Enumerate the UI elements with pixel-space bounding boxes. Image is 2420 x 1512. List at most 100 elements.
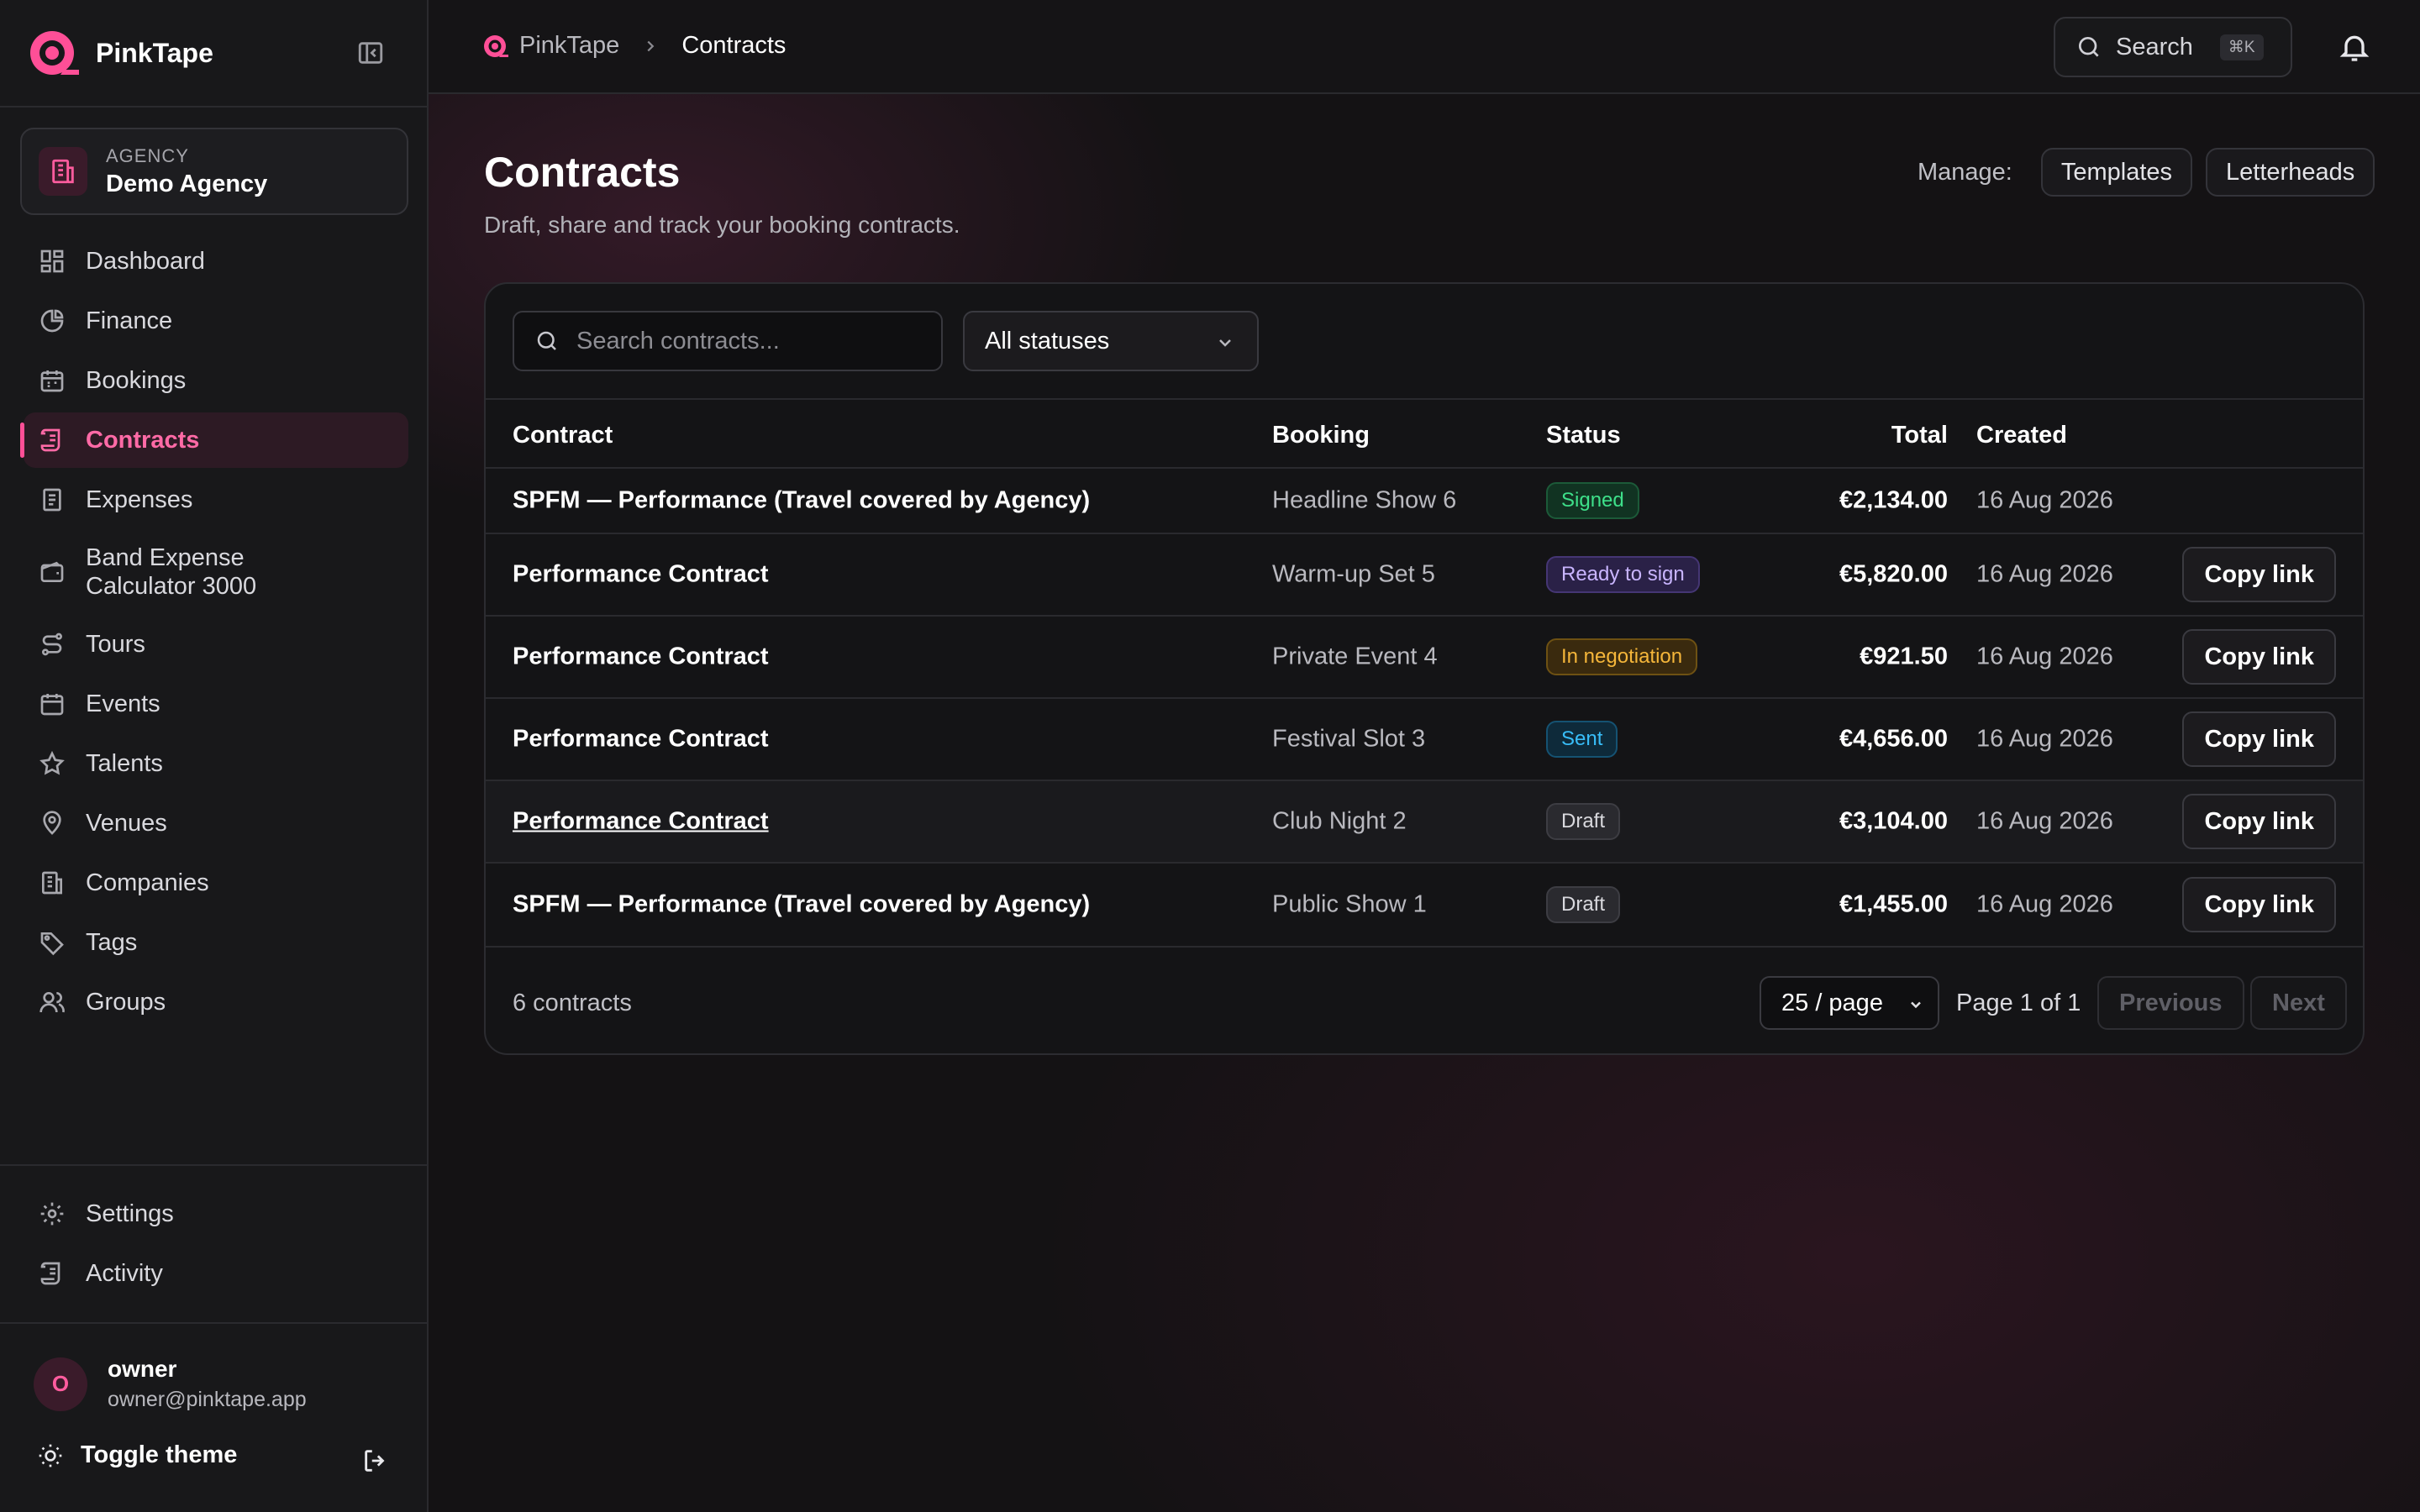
contract-name-link[interactable]: Performance Contract [513,643,769,671]
status-badge-cell: Signed [1546,482,1639,519]
toggle-theme-button[interactable]: Toggle theme [37,1441,237,1469]
contract-total: €1,455.00 [1839,890,1948,918]
manage-label: Manage: [1918,158,2012,186]
agency-name: Demo Agency [106,170,268,197]
sidebar-item-label: Talents [86,749,163,777]
page-info: Page 1 of 1 [1956,990,2081,1016]
table-row[interactable]: SPFM — Performance (Travel covered by Ag… [486,469,2363,534]
brand-name: PinkTape [96,37,213,68]
contract-count: 6 contracts [513,990,632,1016]
column-header-created: Created [1976,422,2067,449]
sidebar-item-events[interactable]: Events [24,676,408,732]
sidebar-item-contracts[interactable]: Contracts [20,412,408,468]
copy-link-button[interactable]: Copy link [2182,629,2336,685]
booking-name: Headline Show 6 [1272,486,1457,514]
sidebar-item-label: Activity [86,1259,163,1287]
pinktape-logo-icon [484,34,508,57]
brand[interactable]: PinkTape [0,0,427,108]
scroll-icon [40,428,60,452]
sidebar-item-settings[interactable]: Settings [24,1186,408,1242]
column-header-booking: Booking [1272,422,1370,449]
sidebar-divider [0,1164,427,1166]
sidebar-item-band-expense-calculator[interactable]: Band Expense Calculator 3000 [24,532,408,612]
search-shortcut-badge: ⌘K [2219,34,2264,60]
column-header-total: Total [1891,422,1948,449]
contract-name-link[interactable]: SPFM — Performance (Travel covered by Ag… [513,891,1090,919]
sidebar-item-companies[interactable]: Companies [24,855,408,911]
sidebar-item-label: Venues [86,809,167,837]
sidebar-item-venues[interactable]: Venues [24,795,408,851]
contract-name-link[interactable]: Performance Contract [513,726,769,753]
sun-icon [39,1444,62,1467]
wallet-icon [40,561,64,582]
contract-name-link[interactable]: SPFM — Performance (Travel covered by Ag… [513,487,1090,515]
contract-search-input[interactable] [576,327,929,355]
contract-name-link[interactable]: Performance Contract [513,808,769,836]
chevron-right-icon [647,40,655,51]
sidebar-item-activity[interactable]: Activity [24,1246,408,1301]
sidebar-item-bookings[interactable]: Bookings [24,353,408,408]
copy-link-button[interactable]: Copy link [2182,711,2336,767]
table-header: Contract Booking Status Total Created [486,400,2363,469]
table-row[interactable]: Performance Contract Warm-up Set 5 Ready… [486,534,2363,617]
per-page-select[interactable]: 25 / page [1760,976,1939,1030]
sidebar-item-tags[interactable]: Tags [24,915,408,970]
contract-name-link[interactable]: Performance Contract [513,561,769,589]
agency-switcher[interactable]: AGENCY Demo Agency [20,128,408,215]
logout-icon[interactable] [361,1446,390,1475]
manage-links: Manage: Templates Letterheads [1918,148,2375,197]
contract-total: €2,134.00 [1839,486,1948,514]
sidebar-item-label: Expenses [86,486,193,513]
receipt-icon [43,488,61,512]
next-page-button[interactable]: Next [2250,976,2347,1030]
sidebar-item-label: Tours [86,630,145,658]
booking-name: Private Event 4 [1272,643,1438,670]
created-date: 16 Aug 2026 [1976,643,2113,670]
user-profile[interactable]: O owner owner@pinktape.app [34,1356,307,1412]
copy-link-button[interactable]: Copy link [2182,547,2336,602]
building-icon [39,147,87,196]
sidebar-item-groups[interactable]: Groups [24,974,408,1030]
letterheads-button[interactable]: Letterheads [2206,148,2375,197]
status-badge: Draft [1546,886,1621,923]
avatar: O [34,1357,87,1411]
sidebar-item-label: Band Expense Calculator 3000 [86,544,257,600]
created-date: 16 Aug 2026 [1976,890,2113,918]
toggle-theme-label: Toggle theme [81,1441,238,1468]
previous-page-button[interactable]: Previous [2097,976,2244,1030]
sidebar-item-dashboard[interactable]: Dashboard [24,234,408,289]
breadcrumb-current: Contracts [681,32,786,59]
sidebar-item-expenses[interactable]: Expenses [24,472,408,528]
contract-search-field[interactable] [513,311,943,371]
calendar-event-icon [40,694,64,716]
sidebar: PinkTape AGENCY Demo Agency Dashboard Fi… [0,0,429,1512]
chevron-down-icon [1219,339,1231,347]
templates-button[interactable]: Templates [2040,148,2193,197]
status-badge: Signed [1546,482,1639,519]
collapse-sidebar-icon[interactable] [356,39,385,67]
copy-link-button[interactable]: Copy link [2182,794,2336,849]
calendar-icon [40,370,64,392]
status-badge: Draft [1546,803,1621,840]
status-filter-select[interactable]: All statuses [963,311,1259,371]
bell-icon[interactable] [2338,30,2371,64]
topbar: PinkTape Contracts Search ⌘K [429,0,2420,94]
sidebar-item-talents[interactable]: Talents [24,736,408,791]
global-search-button[interactable]: Search ⌘K [2054,17,2292,77]
sidebar-item-label: Events [86,690,160,717]
sidebar-item-label: Companies [86,869,209,896]
contract-total: €3,104.00 [1839,807,1948,835]
booking-name: Warm-up Set 5 [1272,560,1435,588]
breadcrumb-home-link[interactable]: PinkTape [519,32,619,60]
sidebar-divider [0,1322,427,1324]
table-row[interactable]: Performance Contract Festival Slot 3 Sen… [486,699,2363,781]
table-row[interactable]: Performance Contract Club Night 2 Draft … [486,781,2363,864]
sidebar-item-label: Bookings [86,366,187,394]
table-row[interactable]: SPFM — Performance (Travel covered by Ag… [486,864,2363,948]
table-row[interactable]: Performance Contract Private Event 4 In … [486,617,2363,699]
copy-link-button[interactable]: Copy link [2182,877,2336,932]
sidebar-item-finance[interactable]: Finance [24,293,408,349]
global-search-label: Search [2116,33,2193,60]
status-badge-cell: In negotiation [1546,638,1698,675]
sidebar-item-tours[interactable]: Tours [24,617,408,672]
